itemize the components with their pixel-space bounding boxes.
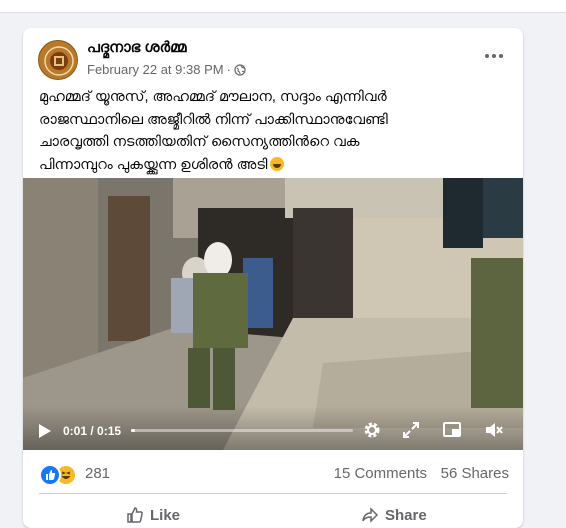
share-label: Share bbox=[385, 506, 427, 524]
video-player[interactable]: 0:01 / 0:15 bbox=[23, 178, 523, 450]
picture-in-picture-icon[interactable] bbox=[442, 420, 462, 440]
post-text-line: ചാരവൃത്തി നടത്തിയതിന് സൈന്യത്തിൻറെ വക bbox=[39, 134, 360, 150]
laughing-emoji-icon bbox=[270, 156, 285, 171]
current-time: 0:01 bbox=[63, 424, 88, 438]
share-arrow-icon bbox=[362, 507, 379, 523]
globe-icon bbox=[234, 63, 246, 76]
like-button[interactable]: Like bbox=[126, 506, 180, 524]
reaction-count[interactable]: 281 bbox=[85, 465, 110, 482]
share-button[interactable]: Share bbox=[361, 506, 427, 524]
post-text-line: രാജസ്ഥാനിലെ അജ്മീറിൽ നിന്ന് പാക്കിസ്ഥാനു… bbox=[39, 111, 388, 128]
avatar[interactable] bbox=[38, 40, 78, 80]
video-time: 0:01 / 0:15 bbox=[63, 424, 121, 438]
more-options-button[interactable] bbox=[479, 44, 509, 68]
comments-count[interactable]: 15 Comments bbox=[334, 465, 427, 482]
like-reaction-icon bbox=[39, 464, 61, 486]
post-stats: 281 15 Comments 56 Shares bbox=[39, 462, 509, 486]
time-separator: / bbox=[87, 424, 98, 438]
like-label: Like bbox=[150, 506, 181, 524]
video-progress-bar[interactable] bbox=[131, 429, 353, 432]
duration: 0:15 bbox=[97, 424, 122, 438]
fullscreen-icon[interactable] bbox=[401, 420, 421, 440]
post-text-line: മുഹമ്മദ് യൂനുസ്, അഹമ്മദ് മൗലാന, സദ്ദാം എ… bbox=[39, 89, 387, 105]
shares-count[interactable]: 56 Shares bbox=[441, 465, 509, 482]
video-progress-fill bbox=[131, 429, 136, 432]
play-icon[interactable] bbox=[39, 424, 51, 438]
divider bbox=[39, 493, 507, 494]
thumbs-up-icon bbox=[127, 507, 143, 523]
settings-gear-icon[interactable] bbox=[362, 420, 382, 440]
mute-icon[interactable] bbox=[484, 420, 504, 440]
author-name[interactable]: പദ്മനാഭ ശർമ്മ bbox=[87, 39, 186, 56]
post-text-line-last: പിന്നാമ്പുറം പുകയ്ക്കുന്ന ഉശിരൻ അടി bbox=[39, 154, 513, 177]
post-card: പദ്മനാഭ ശർമ്മ February 22 at 9:38 PM · മ… bbox=[23, 28, 523, 528]
dot-icon bbox=[499, 54, 503, 58]
post-text-line: പിന്നാമ്പുറം പുകയ്ക്കുന്ന ഉശിരൻ അടി bbox=[39, 156, 268, 173]
post-date[interactable]: February 22 at 9:38 PM bbox=[87, 62, 224, 77]
meta-separator: · bbox=[226, 62, 231, 77]
dot-icon bbox=[485, 54, 489, 58]
post-meta: February 22 at 9:38 PM · bbox=[87, 62, 246, 77]
top-bar bbox=[0, 0, 566, 13]
dot-icon bbox=[492, 54, 496, 58]
post-text: മുഹമ്മദ് യൂനുസ്, അഹമ്മദ് മൗലാന, സദ്ദാം എ… bbox=[39, 86, 513, 176]
